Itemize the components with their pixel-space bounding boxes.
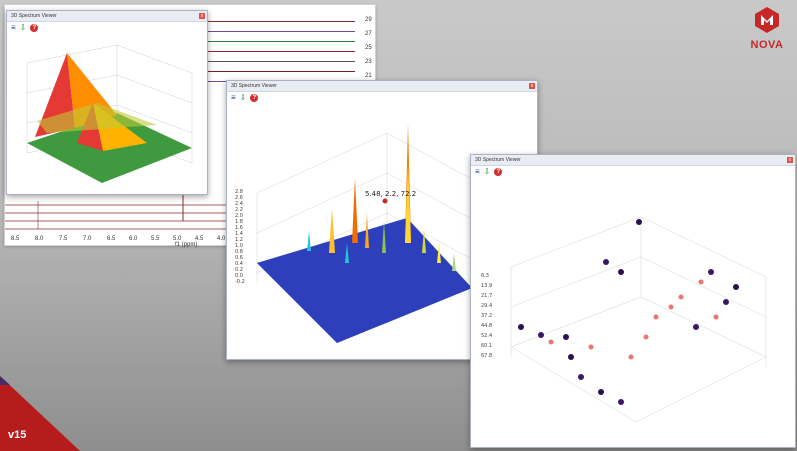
- peak: [329, 208, 335, 253]
- peak: [352, 178, 358, 243]
- scatter-point: [653, 314, 659, 320]
- help-icon[interactable]: ?: [494, 168, 503, 176]
- x-tick: 4.0: [217, 236, 226, 242]
- y-tick: 44.8: [481, 323, 492, 329]
- version-label: v15: [8, 429, 27, 441]
- x-tick: 8.0: [35, 236, 44, 242]
- scatter-point: [598, 389, 604, 395]
- scatter-point: [713, 314, 719, 320]
- version-badge: v15: [0, 376, 80, 451]
- window-titlebar[interactable]: 3D Spectrum Viewer x: [471, 155, 795, 166]
- help-icon[interactable]: ?: [250, 94, 259, 102]
- help-icon[interactable]: ?: [30, 24, 39, 32]
- peak: [307, 231, 311, 251]
- scatter-point: [668, 304, 674, 310]
- x-tick: 8.5: [11, 236, 20, 242]
- scatter-plot-3d[interactable]: 6.3 13.9 21.7 29.4 37.2 44.8 52.4 60.1 6…: [471, 177, 795, 445]
- scatter-point: [678, 294, 684, 300]
- y-tick: 60.1: [481, 343, 492, 349]
- x-tick: 5.5: [151, 236, 160, 242]
- y-tick: 13.9: [481, 283, 492, 289]
- x-tick: 6.0: [129, 236, 138, 242]
- spectrum-viewer-window-1[interactable]: 3D Spectrum Viewer x ≡ ⇩ ?: [6, 10, 208, 195]
- window-title: 3D Spectrum Viewer: [475, 157, 521, 163]
- scatter-point: [733, 284, 739, 290]
- nova-logo-icon: [755, 7, 779, 33]
- scatter-point: [636, 219, 642, 225]
- brand-name: NOVA: [750, 39, 784, 51]
- close-button[interactable]: x: [199, 13, 205, 19]
- window-title: 3D Spectrum Viewer: [11, 13, 57, 19]
- scatter-point: [723, 299, 729, 305]
- menu-icon[interactable]: ≡: [475, 167, 480, 177]
- window-titlebar[interactable]: 3D Spectrum Viewer x: [227, 81, 537, 92]
- export-icon[interactable]: ⇩: [484, 167, 491, 177]
- scatter-point: [693, 324, 699, 330]
- scatter-point: [538, 332, 544, 338]
- scatter-point: [643, 334, 649, 340]
- peak-marker[interactable]: [382, 198, 388, 204]
- plot-floor: [510, 296, 767, 423]
- menu-icon[interactable]: ≡: [11, 23, 16, 33]
- y-tick: 52.4: [481, 333, 492, 339]
- window-title: 3D Spectrum Viewer: [231, 83, 277, 89]
- peak: [452, 253, 456, 271]
- peak-annotation: 5.48, 2.2, 72.2: [365, 190, 416, 198]
- scatter-point: [518, 324, 524, 330]
- x-tick: 7.5: [59, 236, 68, 242]
- x-tick: 7.0: [83, 236, 92, 242]
- nova-logo: NOVA: [745, 6, 789, 51]
- y-tick: 67.8: [481, 353, 492, 359]
- y-tick: 29.4: [481, 303, 492, 309]
- scatter-point: [603, 259, 609, 265]
- scatter-point: [618, 269, 624, 275]
- y-tick: 37.2: [481, 313, 492, 319]
- scatter-point: [618, 399, 624, 405]
- x-axis-label: f1 (ppm): [175, 242, 198, 248]
- plot-base-noise: [257, 218, 472, 343]
- surface-plot[interactable]: [7, 33, 207, 193]
- y-axis-ticks: 6.3 13.9 21.7 29.4 37.2 44.8 52.4 60.1 6…: [481, 273, 492, 359]
- z-axis-ticks: 2.8 2.6 2.4 2.2 2.0 1.8 1.6 1.4 1.2 1.0 …: [235, 189, 245, 285]
- menu-icon[interactable]: ≡: [231, 93, 236, 103]
- scatter-point: [548, 339, 554, 345]
- window-titlebar[interactable]: 3D Spectrum Viewer x: [7, 11, 207, 22]
- scatter-point: [628, 354, 634, 360]
- x-tick: 6.5: [107, 236, 116, 242]
- y-tick: 6.3: [481, 273, 489, 279]
- scatter-point: [588, 344, 594, 350]
- scatter-point: [698, 279, 704, 285]
- peak: [405, 163, 411, 243]
- export-icon[interactable]: ⇩: [240, 93, 247, 103]
- close-button[interactable]: x: [529, 83, 535, 89]
- spectrum-viewer-window-3[interactable]: 3D Spectrum Viewer x ≡ ⇩ ? 6.3 13.9 21.7…: [470, 154, 796, 448]
- z-tick: -0.2: [235, 279, 245, 285]
- scatter-point: [568, 354, 574, 360]
- scatter-point: [578, 374, 584, 380]
- export-icon[interactable]: ⇩: [20, 23, 27, 33]
- scatter-point: [563, 334, 569, 340]
- scatter-point: [708, 269, 714, 275]
- close-button[interactable]: x: [787, 157, 793, 163]
- y-tick: 21.7: [481, 293, 492, 299]
